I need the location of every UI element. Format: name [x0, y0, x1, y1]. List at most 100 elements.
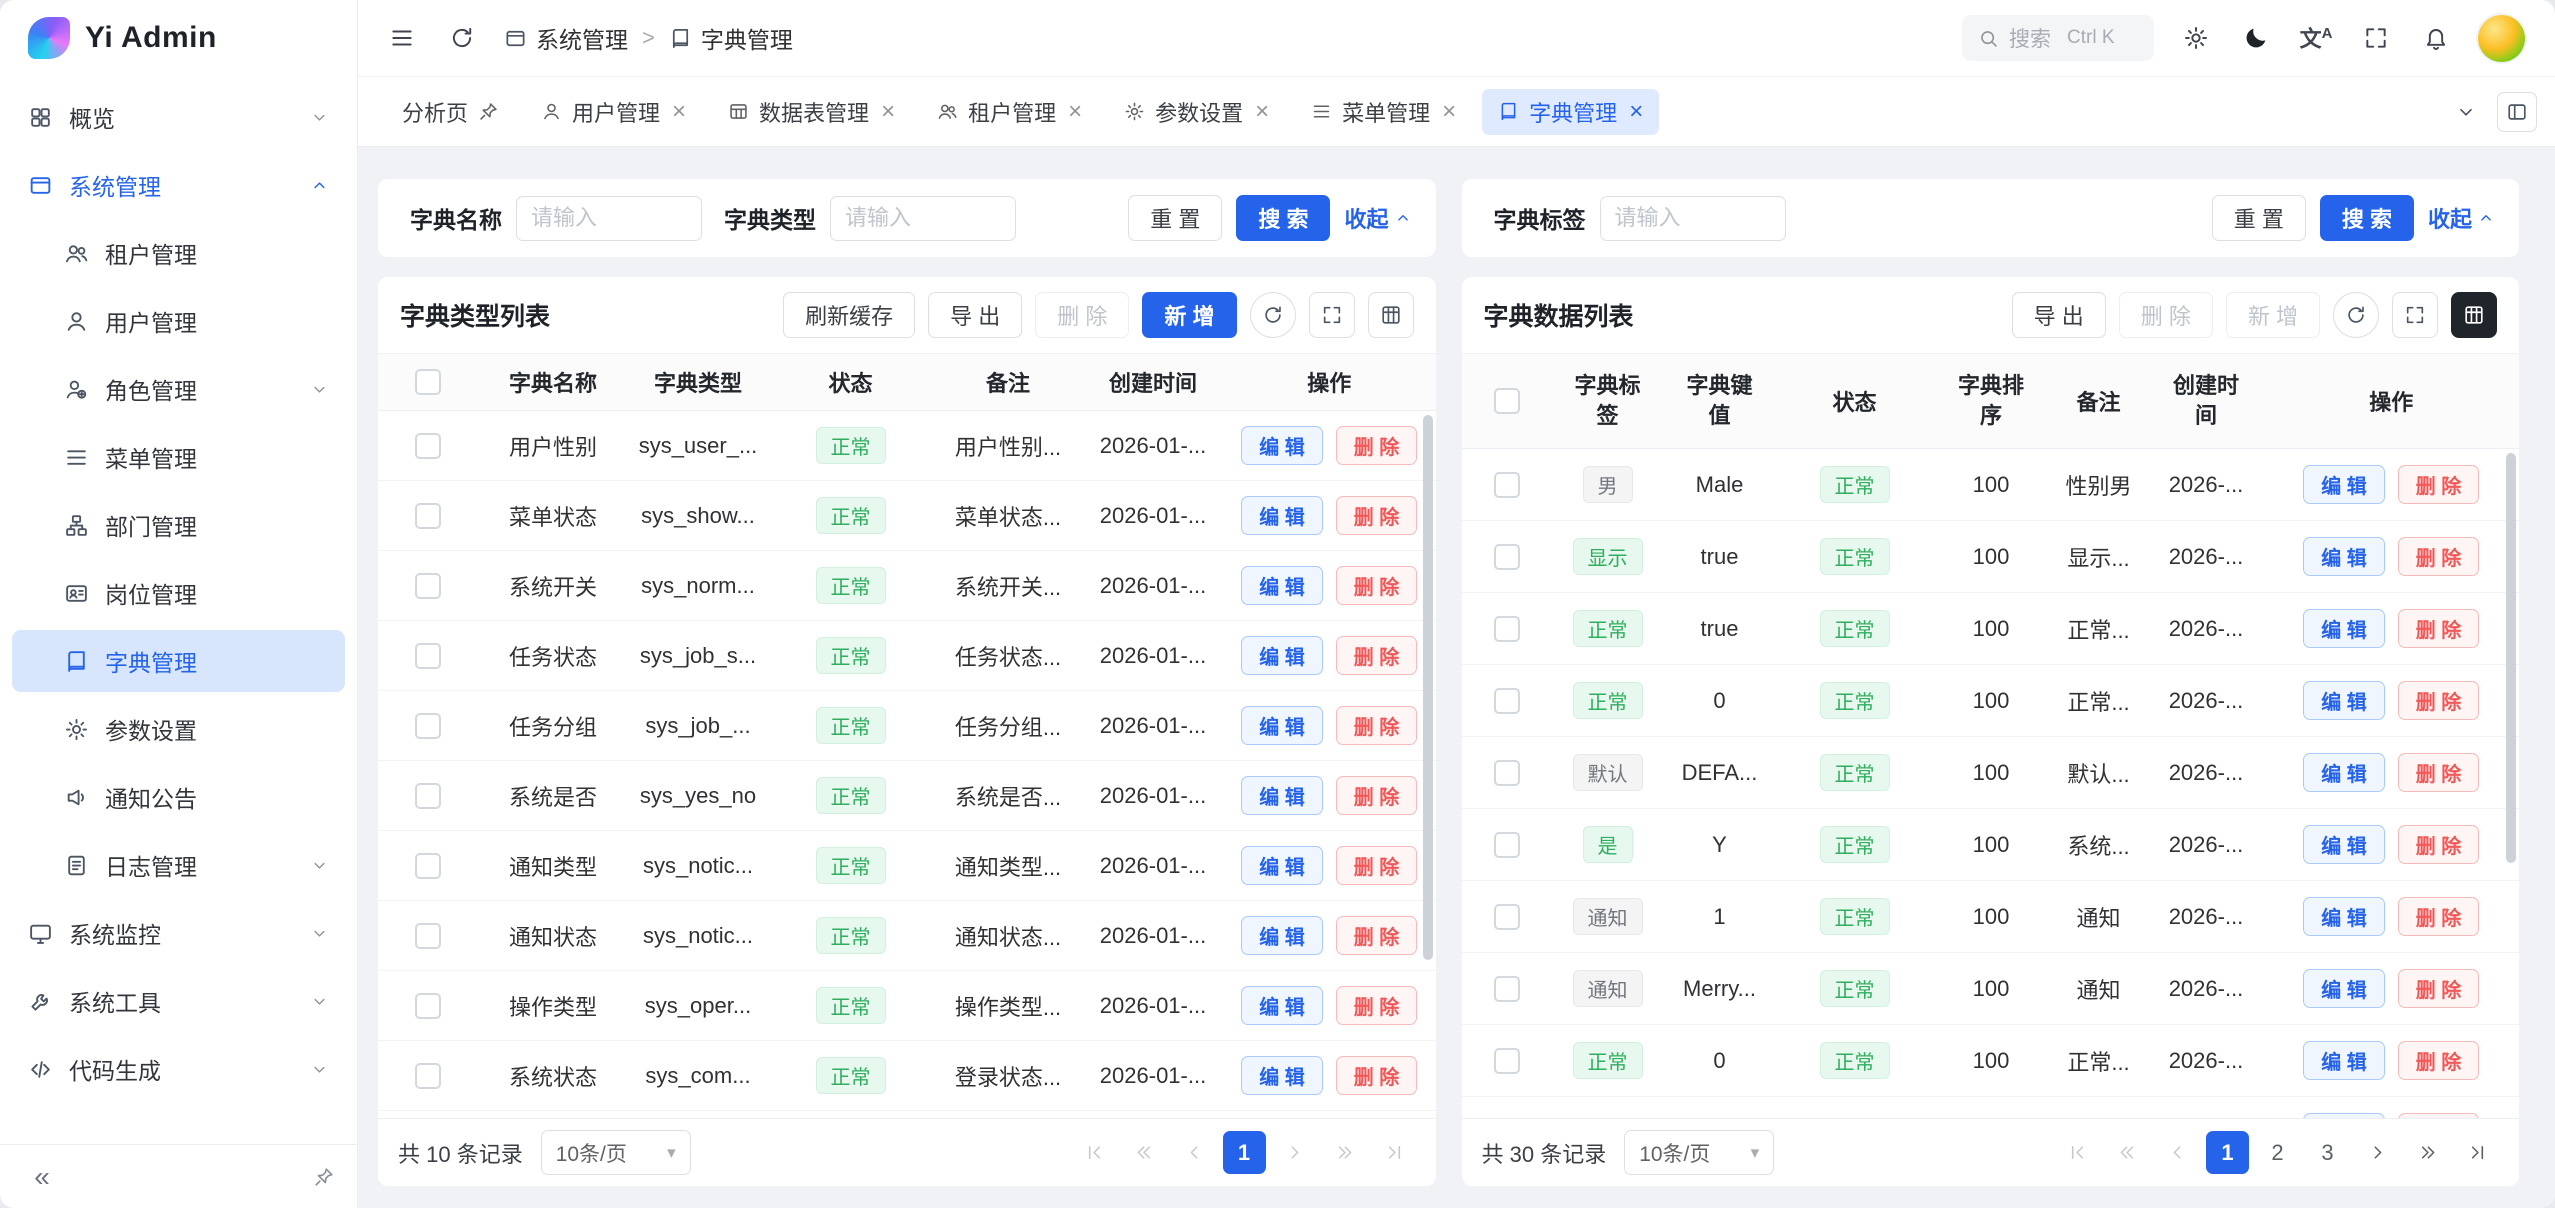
- delete-button[interactable]: 删 除: [2398, 681, 2480, 720]
- close-icon[interactable]: ×: [881, 100, 895, 124]
- edit-button[interactable]: 编 辑: [1241, 706, 1323, 745]
- brand[interactable]: Yi Admin: [0, 0, 357, 76]
- reset-button[interactable]: 重 置: [1128, 195, 1222, 241]
- row-checkbox[interactable]: [415, 853, 441, 879]
- collapse-sidebar-button[interactable]: «: [22, 1157, 62, 1197]
- sidebar-item-codegen[interactable]: 代码生成: [12, 1038, 345, 1100]
- edit-button[interactable]: 编 辑: [1241, 566, 1323, 605]
- row-checkbox[interactable]: [1494, 472, 1520, 498]
- delete-button[interactable]: 删 除: [1336, 426, 1418, 465]
- refresh-table-button[interactable]: [1250, 292, 1296, 338]
- sidebar-item-param-settings[interactable]: 参数设置: [12, 698, 345, 760]
- reset-button[interactable]: 重 置: [2212, 195, 2306, 241]
- row-checkbox[interactable]: [415, 923, 441, 949]
- edit-button[interactable]: 编 辑: [2303, 681, 2385, 720]
- edit-button[interactable]: 编 辑: [2303, 537, 2385, 576]
- batch-delete-button[interactable]: 删 除: [1035, 292, 1129, 338]
- page-3-button[interactable]: 3: [2306, 1131, 2349, 1174]
- delete-button[interactable]: 删 除: [1336, 776, 1418, 815]
- tab-menu-mgmt[interactable]: 菜单管理 ×: [1295, 89, 1472, 135]
- sidebar-item-menu-mgmt[interactable]: 菜单管理: [12, 426, 345, 488]
- page-1-button[interactable]: 1: [2206, 1131, 2249, 1174]
- global-search[interactable]: 搜索 Ctrl K: [1962, 15, 2154, 61]
- close-icon[interactable]: ×: [1629, 100, 1643, 124]
- delete-button[interactable]: 删 除: [2398, 537, 2480, 576]
- delete-button[interactable]: 删 除: [2398, 969, 2480, 1008]
- first-page-button[interactable]: [2056, 1131, 2099, 1174]
- edit-button[interactable]: 编 辑: [1241, 776, 1323, 815]
- row-checkbox[interactable]: [1494, 832, 1520, 858]
- row-checkbox[interactable]: [1494, 1048, 1520, 1074]
- pin-sidebar-icon[interactable]: [313, 1166, 335, 1188]
- tab-param-settings[interactable]: 参数设置 ×: [1108, 89, 1285, 135]
- close-icon[interactable]: ×: [1442, 100, 1456, 124]
- last-page-button[interactable]: [1373, 1131, 1416, 1174]
- row-checkbox[interactable]: [415, 1063, 441, 1089]
- sidebar-item-log-mgmt[interactable]: 日志管理: [12, 834, 345, 896]
- fast-prev-button[interactable]: [2106, 1131, 2149, 1174]
- sidebar-item-dept-mgmt[interactable]: 部门管理: [12, 494, 345, 556]
- edit-button[interactable]: 编 辑: [1241, 846, 1323, 885]
- fast-next-button[interactable]: [1323, 1131, 1366, 1174]
- edit-button[interactable]: 编 辑: [2303, 609, 2385, 648]
- breadcrumb-system-mgmt[interactable]: 系统管理: [504, 21, 628, 55]
- row-checkbox[interactable]: [1494, 904, 1520, 930]
- refresh-table-button[interactable]: [2333, 292, 2379, 338]
- delete-button[interactable]: 删 除: [2398, 1041, 2480, 1080]
- edit-button[interactable]: 编 辑: [2303, 897, 2385, 936]
- sidebar-item-system-mgmt[interactable]: 系统管理: [12, 154, 345, 216]
- add-button[interactable]: 新 增: [2226, 292, 2320, 338]
- sidebar-item-user-mgmt[interactable]: 用户管理: [12, 290, 345, 352]
- tab-analysis[interactable]: 分析页: [386, 89, 515, 135]
- collapse-filter-link[interactable]: 收起: [2428, 202, 2495, 234]
- sidebar-item-dict-mgmt[interactable]: 字典管理: [12, 630, 345, 692]
- prev-page-button[interactable]: [1173, 1131, 1216, 1174]
- row-checkbox[interactable]: [1494, 544, 1520, 570]
- row-checkbox[interactable]: [1494, 976, 1520, 1002]
- row-checkbox[interactable]: [415, 993, 441, 1019]
- edit-button[interactable]: 编 辑: [1241, 636, 1323, 675]
- next-page-button[interactable]: [2356, 1131, 2399, 1174]
- edit-button[interactable]: 编 辑: [2303, 969, 2385, 1008]
- column-settings-button[interactable]: [1368, 292, 1414, 338]
- edit-button[interactable]: 编 辑: [1241, 426, 1323, 465]
- row-checkbox[interactable]: [415, 433, 441, 459]
- dict-label-input[interactable]: [1600, 196, 1786, 241]
- export-button[interactable]: 导 出: [928, 292, 1022, 338]
- sidebar-item-system-tools[interactable]: 系统工具: [12, 970, 345, 1032]
- row-checkbox[interactable]: [415, 783, 441, 809]
- delete-button[interactable]: 删 除: [2398, 753, 2480, 792]
- delete-button[interactable]: 删 除: [1336, 636, 1418, 675]
- search-button[interactable]: 搜 索: [2320, 195, 2414, 241]
- notifications-button[interactable]: [2418, 20, 2454, 56]
- row-checkbox[interactable]: [1494, 688, 1520, 714]
- delete-button[interactable]: 删 除: [2398, 465, 2480, 504]
- add-button[interactable]: 新 增: [1142, 292, 1236, 338]
- delete-button[interactable]: 删 除: [2398, 609, 2480, 648]
- select-all-checkbox[interactable]: [415, 369, 441, 395]
- sidebar-item-overview[interactable]: 概览: [12, 86, 345, 148]
- prev-page-button[interactable]: [2156, 1131, 2199, 1174]
- tab-user-mgmt[interactable]: 用户管理 ×: [525, 89, 702, 135]
- edit-button[interactable]: 编 辑: [2303, 753, 2385, 792]
- row-checkbox[interactable]: [1494, 760, 1520, 786]
- dict-type-input[interactable]: [830, 196, 1016, 241]
- edit-button[interactable]: 编 辑: [2303, 825, 2385, 864]
- export-button[interactable]: 导 出: [2012, 292, 2106, 338]
- tab-dict-mgmt[interactable]: 字典管理 ×: [1482, 89, 1659, 135]
- batch-delete-button[interactable]: 删 除: [2119, 292, 2213, 338]
- row-checkbox[interactable]: [415, 503, 441, 529]
- scrollbar-thumb[interactable]: [1423, 415, 1433, 960]
- close-icon[interactable]: ×: [672, 100, 686, 124]
- first-page-button[interactable]: [1073, 1131, 1116, 1174]
- column-settings-button[interactable]: [2451, 292, 2497, 338]
- dict-name-input[interactable]: [516, 196, 702, 241]
- refresh-cache-button[interactable]: 刷新缓存: [783, 292, 915, 338]
- edit-button[interactable]: 编 辑: [2303, 465, 2385, 504]
- fullscreen-table-button[interactable]: [2392, 292, 2438, 338]
- edit-button[interactable]: 编 辑: [1241, 496, 1323, 535]
- sidebar-item-role-mgmt[interactable]: 角色管理: [12, 358, 345, 420]
- theme-toggle-button[interactable]: [2238, 20, 2274, 56]
- row-checkbox[interactable]: [1494, 616, 1520, 642]
- sidebar-item-notice[interactable]: 通知公告: [12, 766, 345, 828]
